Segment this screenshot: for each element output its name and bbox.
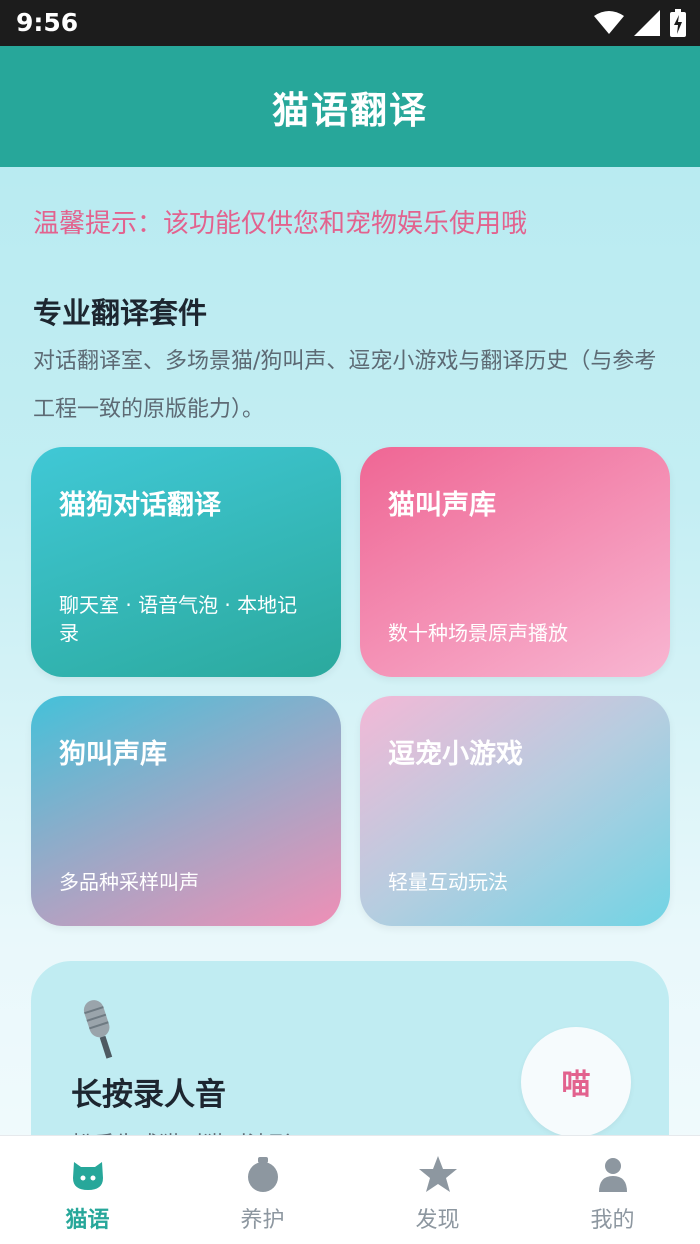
wifi-icon (594, 11, 624, 34)
status-icons (594, 8, 686, 38)
card-dog-sounds[interactable]: 狗叫声库 多品种采样叫声 (31, 696, 341, 926)
card-subtitle: 多品种采样叫声 (59, 870, 199, 894)
microphone-icon (83, 1000, 113, 1059)
card-title: 猫狗对话翻译 (59, 490, 221, 521)
meow-record-button[interactable]: 喵 (521, 1027, 631, 1137)
card-subtitle: 聊天室 · 语音气泡 · 本地记录 (59, 593, 298, 645)
nav-label: 猫语 (65, 1208, 110, 1233)
nav-label: 我的 (590, 1208, 635, 1233)
card-cat-sounds[interactable]: 猫叫声库 数十种场景原声播放 (360, 447, 670, 677)
record-title: 长按录人音 (71, 1077, 226, 1113)
battery-charging-icon (670, 9, 686, 37)
section-description: 对话翻译室、多场景猫/狗叫声、逗宠小游戏与翻译历史（与参考工程一致的原版能力）。 (33, 349, 657, 422)
card-title: 逗宠小游戏 (388, 739, 523, 770)
status-time: 9:56 (16, 8, 79, 37)
nav-label: 发现 (415, 1208, 460, 1233)
card-title: 猫叫声库 (388, 490, 496, 521)
card-pet-games[interactable]: 逗宠小游戏 轻量互动玩法 (360, 696, 670, 926)
food-bowl-icon (247, 1157, 278, 1192)
section-title: 专业翻译套件 (33, 296, 208, 330)
nav-item-profile[interactable]: 我的 (525, 1136, 700, 1244)
nav-item-discover[interactable]: 发现 (350, 1136, 525, 1244)
status-bar: 9:56 (0, 0, 700, 46)
nav-label: 养护 (240, 1208, 285, 1233)
signal-icon (634, 10, 660, 36)
person-icon (598, 1158, 627, 1192)
app-header: 猫语翻译 (0, 46, 700, 167)
card-title: 狗叫声库 (59, 739, 167, 770)
card-dialog-translate[interactable]: 猫狗对话翻译 聊天室 · 语音气泡 · 本地记录 (31, 447, 341, 677)
cat-face-icon (72, 1162, 103, 1190)
tip-text: 温馨提示：该功能仅供您和宠物娱乐使用哦 (33, 209, 528, 239)
card-subtitle: 轻量互动玩法 (388, 870, 508, 894)
bottom-nav: 猫语 养护 发现 我的 (0, 1135, 700, 1244)
card-subtitle: 数十种场景原声播放 (388, 621, 568, 645)
page-title: 猫语翻译 (272, 88, 428, 132)
star-icon (418, 1156, 457, 1192)
nav-item-cat-language[interactable]: 猫语 (0, 1136, 175, 1244)
nav-item-care[interactable]: 养护 (175, 1136, 350, 1244)
